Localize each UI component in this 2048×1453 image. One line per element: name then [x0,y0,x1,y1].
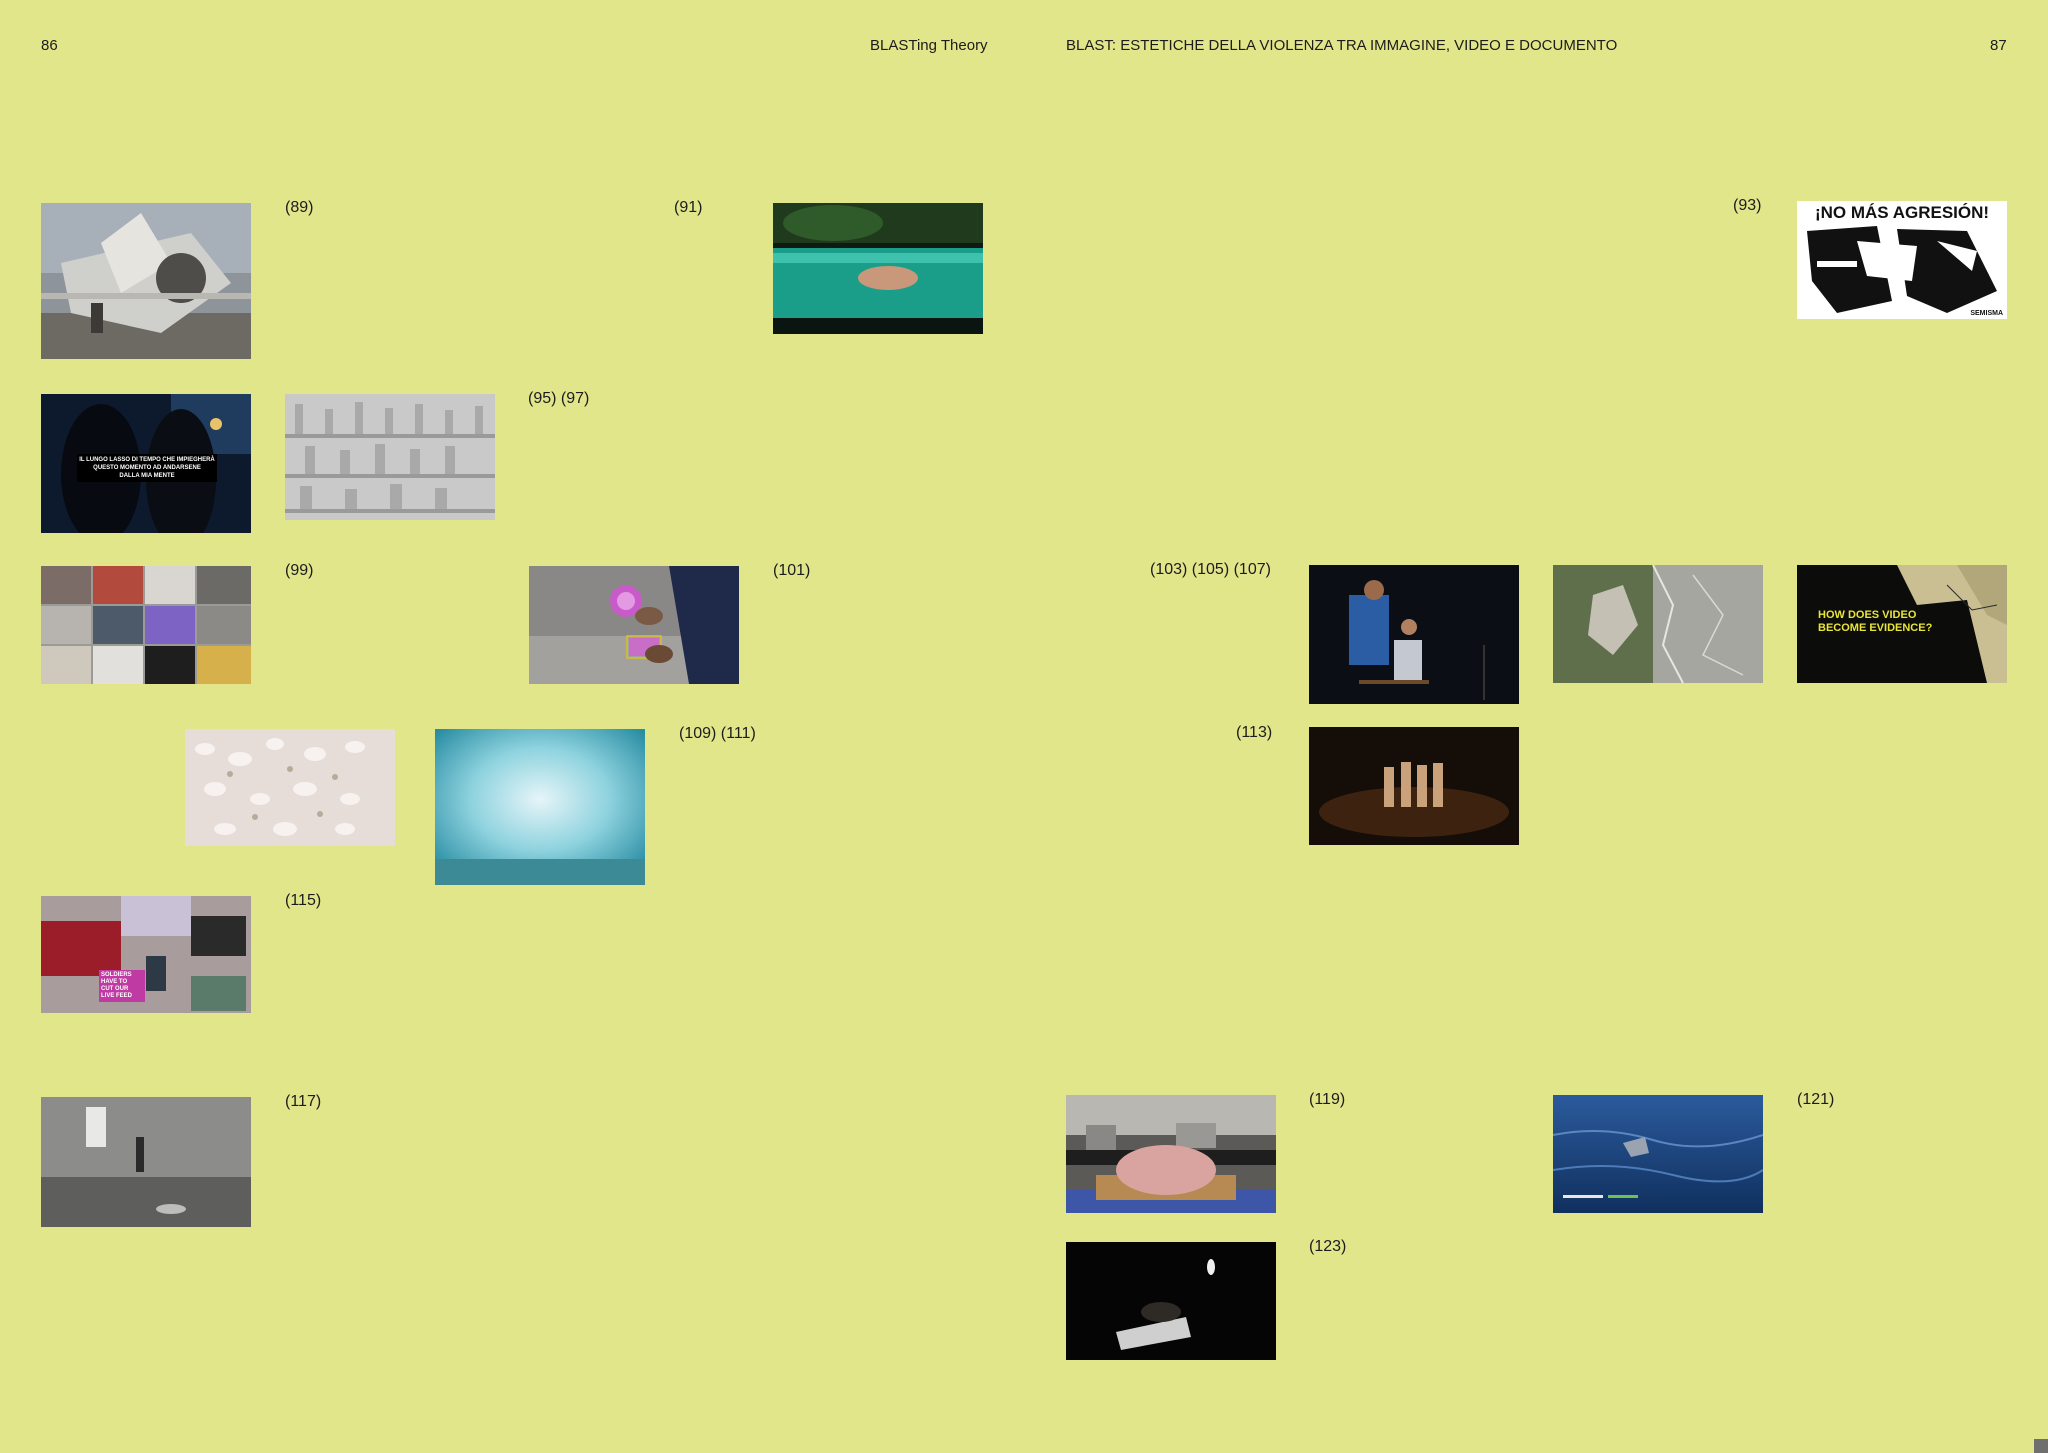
caption-line-2: QUESTO MOMENTO AD ANDARSENE [93,465,201,471]
evidence-line-2: BECOME EVIDENCE? [1818,622,1933,634]
grey-shelves-render [285,394,495,520]
figure-label-117: (117) [285,1093,322,1110]
aerial-satellite-map [1553,565,1763,683]
poster-credit: SEMISMA [1970,310,2003,317]
left-running-title: BLASTing Theory [870,37,988,54]
empty-room-bw-photo [41,1097,251,1227]
figure-label-123: (123) [1309,1238,1347,1255]
blurred-blue-still [435,729,645,885]
caption-line-1: IL LUNGO LASSO DI TEMPO CHE IMPIEGHERÀ [79,457,215,463]
figure-label-121: (121) [1797,1091,1835,1108]
white-pebbles-texture [185,729,395,846]
figure-label-101: (101) [773,562,811,579]
swimming-pool-still [773,203,983,334]
figure-label-99: (99) [285,562,314,579]
sea-capsized-boat-photo [1553,1095,1763,1213]
evidence-line-1: HOW DOES VIDEO [1818,609,1917,621]
figure-label-89: (89) [285,199,314,216]
collage-line-1: SOLDIERS [101,972,132,978]
figure-label-115: (115) [285,892,322,909]
collage-line-4: LIVE FEED [101,993,133,999]
figure-label-103-105-107: (103) (105) (107) [1150,561,1271,578]
night-caption-still: IL LUNGO LASSO DI TEMPO CHE IMPIEGHERÀ Q… [41,394,251,533]
stage-man-child-still [1309,565,1519,704]
figure-label-109-111: (109) (111) [679,725,756,742]
collage-line-2: HAVE TO [101,979,128,985]
hands-pink-object-photo [529,566,739,684]
screen-collage-still: SOLDIERS HAVE TO CUT OUR LIVE FEED [41,896,251,1013]
dark-hand-light-still [1066,1242,1276,1360]
figure-label-95-97: (95) (97) [528,390,590,407]
image-collage-grid [41,566,251,684]
dark-stage-figures-still [1309,727,1519,845]
right-page-number: 87 [1990,37,2007,54]
poster-headline: ¡NO MÁS AGRESIÓN! [1814,203,1990,222]
corner-mark [2034,1439,2048,1453]
no-mas-agresion-poster: ¡NO MÁS AGRESIÓN! SEMISMA [1797,201,2007,319]
figure-label-93: (93) [1733,197,1762,214]
video-evidence-still: HOW DOES VIDEO BECOME EVIDENCE? [1797,565,2007,683]
kitchen-meat-photo [1066,1095,1276,1213]
figure-label-113: (113) [1236,724,1273,741]
caption-line-3: DALLA MIA MENTE [119,473,175,479]
figure-label-91: (91) [674,199,703,216]
wrecked-airplane-photo [41,203,251,359]
right-running-title: BLAST: ESTETICHE DELLA VIOLENZA TRA IMMA… [1066,37,1618,54]
figure-label-119: (119) [1309,1091,1346,1108]
collage-line-3: CUT OUR [101,986,129,992]
left-page-number: 86 [41,37,58,54]
